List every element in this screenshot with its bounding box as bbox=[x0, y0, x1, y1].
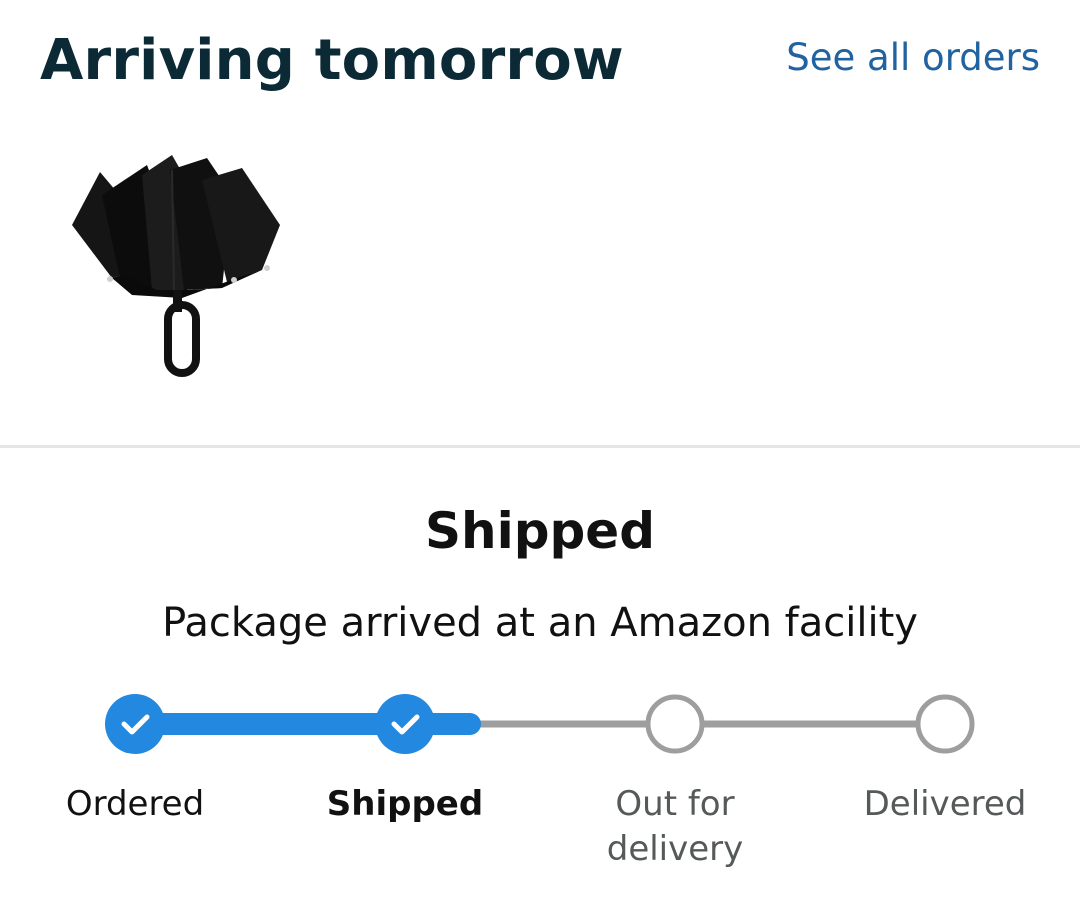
see-all-orders-link[interactable]: See all orders bbox=[786, 36, 1040, 79]
step-marker-delivered bbox=[915, 694, 975, 754]
umbrella-handle bbox=[164, 290, 200, 377]
step-marker-ordered bbox=[105, 694, 165, 754]
progress-tracker bbox=[105, 694, 975, 754]
step-label-out-for-delivery: Out for delivery bbox=[606, 784, 744, 869]
step-marker-out-for-delivery bbox=[645, 694, 705, 754]
section-divider bbox=[0, 445, 1080, 448]
shipment-status-detail: Package arrived at an Amazon facility bbox=[162, 600, 918, 646]
page-title: Arriving tomorrow bbox=[40, 28, 624, 93]
umbrella-canopy bbox=[72, 155, 280, 298]
step-label-shipped: Shipped bbox=[326, 784, 484, 824]
step-marker-shipped bbox=[375, 694, 435, 754]
order-tracking-card: Arriving tomorrow See all orders Shipped… bbox=[0, 0, 1080, 900]
header: Arriving tomorrow See all orders bbox=[40, 22, 1040, 102]
shipment-status-title: Shipped bbox=[424, 502, 656, 560]
umbrella-icon[interactable] bbox=[62, 150, 292, 385]
step-label-delivered: Delivered bbox=[863, 784, 1027, 824]
step-label-ordered: Ordered bbox=[65, 784, 205, 824]
